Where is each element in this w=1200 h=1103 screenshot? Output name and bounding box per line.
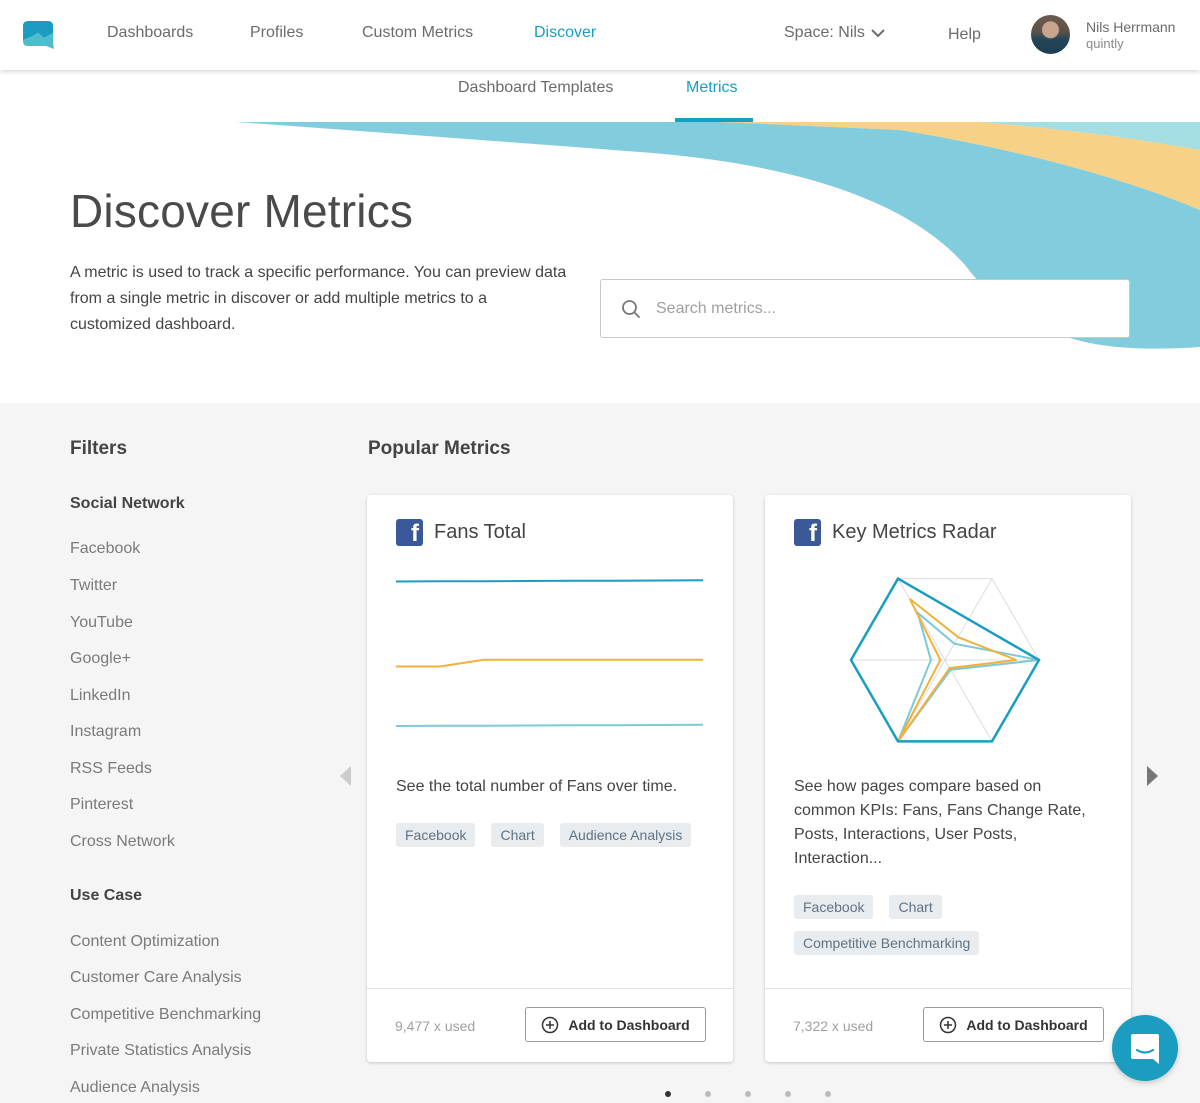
- search-input[interactable]: [656, 299, 1096, 318]
- space-label: Space: Nils: [784, 24, 865, 41]
- filter-audience-analysis[interactable]: Audience Analysis: [70, 1079, 200, 1097]
- card-tags: Facebook Chart Audience Analysis: [396, 823, 706, 847]
- tag[interactable]: Audience Analysis: [559, 823, 692, 847]
- filter-group-title: Use Case: [70, 887, 143, 904]
- chat-button[interactable]: [1112, 1015, 1178, 1081]
- top-navigation: Dashboards Profiles Custom Metrics Disco…: [0, 0, 1200, 70]
- pagination-dot-2[interactable]: [705, 1091, 711, 1097]
- facebook-icon: f: [794, 519, 821, 547]
- tag[interactable]: Facebook: [794, 895, 874, 919]
- tag[interactable]: Chart: [491, 823, 544, 847]
- filter-instagram[interactable]: Instagram: [70, 723, 141, 741]
- filter-pinterest[interactable]: Pinterest: [70, 796, 133, 814]
- facebook-icon: f: [396, 519, 423, 547]
- card-header: f Key Metrics Radar: [794, 519, 997, 547]
- key-metrics-radar-chart: [849, 576, 1041, 743]
- search-box[interactable]: [600, 279, 1130, 338]
- subtab-dashboard-templates[interactable]: Dashboard Templates: [458, 79, 613, 97]
- carousel-next-arrow-icon[interactable]: [1146, 766, 1158, 786]
- space-selector[interactable]: Space: Nils: [784, 24, 885, 42]
- add-to-dashboard-button[interactable]: Add to Dashboard: [923, 1007, 1104, 1042]
- usage-count: 7,322 x used: [793, 1018, 874, 1034]
- pagination-dot-3[interactable]: [745, 1091, 751, 1097]
- line-series-1: [396, 579, 704, 583]
- filter-youtube[interactable]: YouTube: [70, 614, 133, 632]
- card-description: See how pages compare based on common KP…: [794, 778, 1086, 867]
- search-icon: [622, 299, 640, 318]
- nav-dashboards[interactable]: Dashboards: [107, 24, 193, 42]
- card-header: f Fans Total: [396, 519, 526, 547]
- filter-rss-feeds[interactable]: RSS Feeds: [70, 760, 152, 778]
- avatar[interactable]: [1031, 15, 1070, 54]
- tag[interactable]: Competitive Benchmarking: [794, 931, 980, 955]
- popular-metrics-title: Popular Metrics: [368, 438, 511, 459]
- filter-linkedin[interactable]: LinkedIn: [70, 687, 131, 705]
- pagination-dot-5[interactable]: [825, 1091, 831, 1097]
- tag[interactable]: Chart: [889, 895, 942, 919]
- user-name[interactable]: Nils Herrmann: [1086, 19, 1175, 35]
- page-description: A metric is used to track a specific per…: [70, 264, 567, 333]
- filter-group-title: Social Network: [70, 495, 185, 512]
- nav-custom-metrics[interactable]: Custom Metrics: [362, 24, 473, 42]
- filter-private-statistics-analysis[interactable]: Private Statistics Analysis: [70, 1042, 251, 1060]
- card-title: Key Metrics Radar: [832, 521, 997, 543]
- add-to-dashboard-label: Add to Dashboard: [966, 1016, 1088, 1033]
- card-footer: 9,477 x used Add to Dashboard: [367, 988, 733, 1062]
- filters-title: Filters: [70, 438, 128, 459]
- pagination-dot-4[interactable]: [785, 1091, 791, 1097]
- add-to-dashboard-label: Add to Dashboard: [568, 1016, 690, 1033]
- hero-section: Dashboard Templates Metrics Discover Met…: [0, 70, 1200, 403]
- filter-cross-network[interactable]: Cross Network: [70, 833, 175, 851]
- radar-series-3: [897, 609, 1040, 742]
- pagination-dot-1[interactable]: [665, 1091, 671, 1097]
- radar-axis: [944, 659, 993, 742]
- quintly-logo-icon[interactable]: [22, 19, 54, 49]
- filter-customer-care-analysis[interactable]: Customer Care Analysis: [70, 969, 242, 987]
- carousel-pagination: [665, 1091, 831, 1097]
- metric-card-fans-total[interactable]: f Fans Total See the total number of Fan…: [367, 495, 733, 1062]
- usage-count: 9,477 x used: [395, 1018, 476, 1034]
- page-title: Discover Metrics: [70, 185, 414, 237]
- help-link[interactable]: Help: [948, 26, 981, 44]
- card-title: Fans Total: [434, 521, 526, 543]
- active-tab-indicator: [675, 118, 753, 122]
- chat-bubble-icon: [1131, 1034, 1159, 1064]
- chevron-down-icon: [871, 29, 885, 38]
- radar-series-2: [897, 598, 1017, 742]
- plus-circle-icon: [940, 1016, 957, 1033]
- nav-discover[interactable]: Discover: [534, 24, 596, 42]
- add-to-dashboard-button[interactable]: Add to Dashboard: [525, 1007, 706, 1042]
- card-tags: Facebook Chart Competitive Benchmarking: [794, 895, 1104, 955]
- filter-facebook[interactable]: Facebook: [70, 540, 140, 558]
- fans-total-line-chart: [396, 579, 704, 727]
- metric-card-key-metrics-radar[interactable]: f Key Metrics Radar See how pages compar…: [765, 495, 1131, 1062]
- filter-competitive-benchmarking[interactable]: Competitive Benchmarking: [70, 1006, 261, 1024]
- carousel-prev-arrow-icon[interactable]: [340, 766, 352, 786]
- subtab-metrics[interactable]: Metrics: [686, 79, 738, 97]
- user-org: quintly: [1086, 36, 1124, 51]
- card-footer: 7,322 x used Add to Dashboard: [765, 988, 1131, 1062]
- line-series-3: [396, 723, 704, 727]
- line-series-2: [396, 658, 703, 668]
- plus-circle-icon: [542, 1016, 559, 1033]
- nav-profiles[interactable]: Profiles: [250, 24, 303, 42]
- filter-content-optimization[interactable]: Content Optimization: [70, 933, 219, 951]
- tag[interactable]: Facebook: [396, 823, 476, 847]
- filter-twitter[interactable]: Twitter: [70, 577, 117, 595]
- filter-google-plus[interactable]: Google+: [70, 650, 131, 668]
- card-description: See the total number of Fans over time.: [396, 778, 678, 795]
